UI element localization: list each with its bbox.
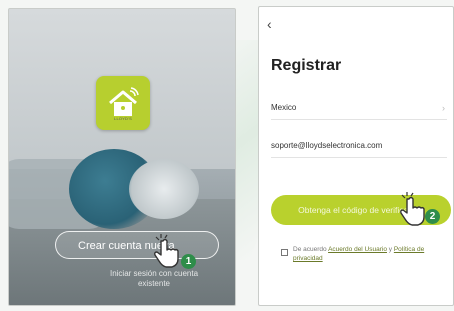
page-title: Registrar [271,57,342,74]
user-agreement-link[interactable]: Acuerdo del Usuario [328,246,387,253]
create-account-button[interactable]: Crear cuenta nueva [55,231,219,259]
step-number-badge: 2 [425,209,440,224]
agreement-checkbox[interactable] [281,249,288,256]
signin-existing-link[interactable]: Iniciar sesión con cuenta existente [99,269,209,289]
brand-label: LLOYD'S [114,116,132,121]
email-value: soporte@lloydselectronica.com [271,141,383,150]
background-photo-object [129,159,199,219]
back-arrow-icon[interactable]: ‹ [267,17,272,31]
register-screen: ‹ Registrar Mexico › soporte@lloydselect… [258,6,454,306]
smart-home-icon [109,87,139,116]
country-select[interactable]: Mexico › [271,97,447,120]
step-number-badge: 1 [181,254,196,269]
country-value: Mexico [271,103,297,112]
app-logo-icon: LLOYD'S [96,76,150,130]
agreement-prefix: De acuerdo [293,246,327,253]
agreement-text: De acuerdo Acuerdo del Usuario y Polític… [293,245,433,263]
chevron-right-icon: › [442,103,445,113]
email-field[interactable]: soporte@lloydselectronica.com [271,135,447,158]
agreement-conjunction: y [388,246,393,253]
welcome-screen: LLOYD'S Crear cuenta nueva Iniciar sesió… [8,8,236,306]
